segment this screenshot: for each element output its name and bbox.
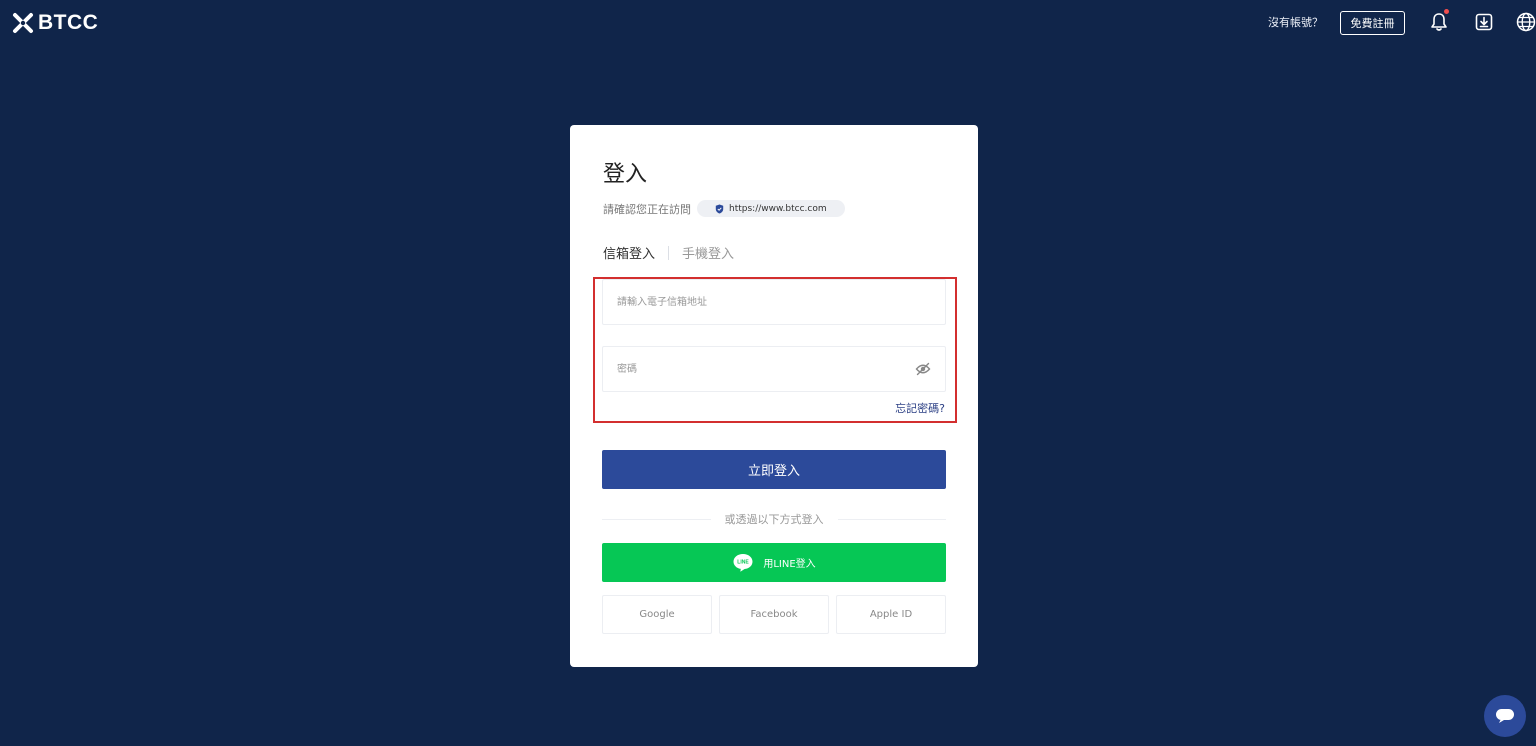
register-button[interactable]: 免費註冊	[1340, 11, 1405, 35]
top-bar: BTCC 沒有帳號？ 免費註冊	[0, 0, 1536, 46]
email-field-wrapper	[602, 279, 946, 325]
url-text: https://www.btcc.com	[729, 203, 827, 214]
google-login-button[interactable]: Google	[602, 595, 712, 634]
notification-bell-icon[interactable]	[1428, 9, 1450, 33]
btcc-logo[interactable]: BTCC	[12, 11, 99, 34]
support-chat-button[interactable]	[1484, 695, 1526, 737]
line-logo-icon: LINE	[733, 553, 753, 572]
forgot-password-link[interactable]: 忘記密碼?	[895, 400, 945, 416]
language-globe-icon[interactable]	[1515, 11, 1536, 33]
line-logo-text: LINE	[738, 559, 750, 565]
login-card: 登入 請確認您正在訪問 https://www.btcc.com 信箱登入 手機…	[570, 125, 978, 667]
chat-icon	[1496, 709, 1514, 723]
facebook-login-button[interactable]: Facebook	[719, 595, 829, 634]
social-login-row: Google Facebook Apple ID	[602, 595, 946, 635]
page-title: 登入	[603, 162, 648, 187]
btcc-logo-icon	[13, 13, 33, 33]
tab-divider	[668, 245, 670, 260]
url-verification: 請確認您正在訪問 https://www.btcc.com	[603, 200, 845, 217]
line-login-button[interactable]: LINE 用LINE登入	[602, 543, 946, 582]
divider-line-left	[602, 518, 711, 520]
login-method-tabs: 信箱登入 手機登入	[603, 243, 734, 262]
login-submit-button[interactable]: 立即登入	[602, 450, 946, 489]
line-login-label: 用LINE登入	[763, 559, 816, 570]
alt-login-divider: 或透過以下方式登入	[602, 511, 946, 527]
password-field-wrapper	[602, 346, 946, 392]
download-icon[interactable]	[1473, 11, 1495, 33]
email-input[interactable]	[603, 280, 945, 324]
no-account-text: 沒有帳號？	[1268, 16, 1323, 29]
divider-text: 或透過以下方式登入	[724, 513, 824, 526]
apple-login-button[interactable]: Apple ID	[836, 595, 946, 634]
divider-line-right	[837, 518, 946, 520]
shield-icon	[715, 204, 724, 213]
url-badge: https://www.btcc.com	[697, 200, 845, 217]
tab-phone-login[interactable]: 手機登入	[682, 243, 734, 262]
eye-slash-icon[interactable]	[915, 362, 931, 376]
notification-badge	[1444, 9, 1449, 14]
logo-text: BTCC	[38, 11, 99, 34]
password-input[interactable]	[603, 347, 945, 391]
tab-email-login[interactable]: 信箱登入	[603, 243, 655, 262]
verify-text: 請確認您正在訪問	[603, 202, 691, 216]
